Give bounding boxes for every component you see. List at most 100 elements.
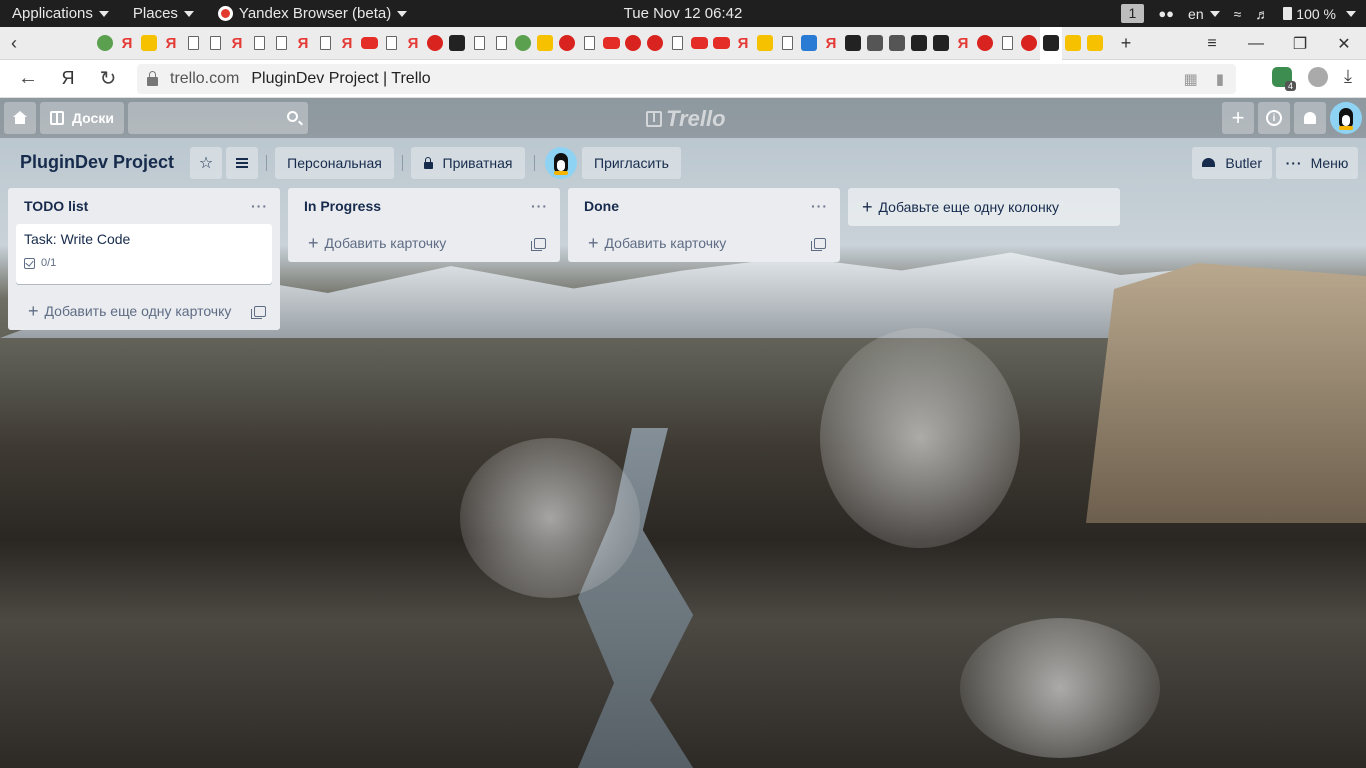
browser-tab[interactable]: Я	[732, 32, 754, 54]
browser-tab[interactable]	[798, 32, 820, 54]
browser-tab[interactable]	[446, 32, 468, 54]
browser-tab[interactable]	[534, 32, 556, 54]
board-views-button[interactable]	[226, 147, 258, 179]
browser-tab[interactable]	[358, 32, 380, 54]
add-list-button[interactable]: + Добавьте еще одну колонку	[848, 188, 1120, 226]
browser-tab[interactable]: Я	[116, 32, 138, 54]
new-tab-button[interactable]: +	[1112, 33, 1140, 54]
boards-button[interactable]: Доски	[40, 102, 124, 134]
download-icon[interactable]: ⤓	[1344, 66, 1352, 87]
browser-tab[interactable]	[996, 32, 1018, 54]
browser-tab[interactable]: Я	[336, 32, 358, 54]
invite-button[interactable]: Пригласить	[582, 147, 681, 179]
places-menu[interactable]: Places	[121, 0, 206, 27]
add-card-button[interactable]: + Добавить карточку	[568, 224, 840, 262]
tabs-menu-button[interactable]: ≡	[1190, 35, 1234, 53]
browser-tab[interactable]: Я	[226, 32, 248, 54]
list-title[interactable]: Done	[584, 198, 619, 214]
list-title[interactable]: TODO list	[24, 198, 88, 214]
card-template-icon[interactable]	[531, 237, 546, 251]
notifications-button[interactable]	[1294, 102, 1326, 134]
active-app-menu[interactable]: Yandex Browser (beta)	[206, 0, 419, 27]
browser-tab[interactable]	[556, 32, 578, 54]
visibility-button[interactable]: Приватная	[411, 147, 525, 179]
browser-tab[interactable]	[490, 32, 512, 54]
volume-icon[interactable]: ♬	[1255, 6, 1269, 22]
card[interactable]: Task: Write Code 0/1	[16, 224, 272, 284]
browser-tab[interactable]	[842, 32, 864, 54]
list-menu-icon[interactable]: ···	[251, 198, 268, 214]
adblock-extension-icon[interactable]: 4	[1272, 66, 1297, 91]
browser-tab[interactable]	[1062, 32, 1084, 54]
browser-tab[interactable]	[930, 32, 952, 54]
browser-tab[interactable]	[1084, 32, 1106, 54]
home-button[interactable]	[4, 102, 36, 134]
browser-tab[interactable]	[204, 32, 226, 54]
browser-tab[interactable]	[688, 32, 710, 54]
browser-tab[interactable]	[622, 32, 644, 54]
keyboard-layout[interactable]: en	[1188, 6, 1220, 22]
list-title[interactable]: In Progress	[304, 198, 381, 214]
browser-tab[interactable]	[0, 32, 1366, 768]
browser-tab[interactable]	[886, 32, 908, 54]
butler-button[interactable]: Butler	[1192, 147, 1272, 179]
browser-tab[interactable]	[182, 32, 204, 54]
user-avatar[interactable]	[1330, 102, 1362, 134]
search-input[interactable]	[128, 102, 308, 134]
yandex-home-button[interactable]: Я	[48, 68, 88, 89]
browser-tab[interactable]	[94, 32, 116, 54]
browser-tab[interactable]	[138, 32, 160, 54]
browser-tab[interactable]	[776, 32, 798, 54]
list-menu-icon[interactable]: ···	[531, 198, 548, 214]
board-title[interactable]: PluginDev Project	[20, 152, 174, 173]
close-button[interactable]: ✕	[1322, 34, 1366, 54]
browser-tab[interactable]	[600, 32, 622, 54]
trello-logo[interactable]: Trello	[646, 106, 726, 132]
card-template-icon[interactable]	[251, 305, 266, 319]
browser-tab[interactable]	[1018, 32, 1040, 54]
member-avatar[interactable]	[545, 147, 577, 179]
card-template-icon[interactable]	[811, 237, 826, 251]
star-button[interactable]: ☆	[190, 147, 222, 179]
browser-tab[interactable]	[754, 32, 776, 54]
menu-button[interactable]: ··· Меню	[1276, 147, 1358, 179]
browser-tab[interactable]: Я	[402, 32, 424, 54]
create-button[interactable]: +	[1222, 102, 1254, 134]
browser-tab[interactable]	[578, 32, 600, 54]
address-bar[interactable]: trello.com PluginDev Project | Trello ▦ …	[137, 64, 1236, 94]
reload-button[interactable]: ↻	[88, 66, 128, 91]
tab-scroll-left-button[interactable]: ‹	[0, 33, 28, 54]
applications-menu[interactable]: Applications	[0, 0, 121, 27]
add-card-button[interactable]: + Добавить карточку	[288, 224, 560, 262]
browser-tab[interactable]	[710, 32, 732, 54]
browser-tab[interactable]: Я	[292, 32, 314, 54]
browser-tab[interactable]	[0, 32, 1366, 768]
add-card-button[interactable]: + Добавить еще одну карточку	[8, 292, 280, 330]
browser-tab[interactable]	[0, 32, 1366, 768]
browser-tab[interactable]	[512, 32, 534, 54]
wifi-icon[interactable]: ≈	[1234, 6, 1242, 22]
browser-tab[interactable]	[424, 32, 446, 54]
browser-tab[interactable]	[380, 32, 402, 54]
info-button[interactable]: i	[1258, 102, 1290, 134]
bookmark-icon[interactable]: ▮	[1216, 70, 1224, 88]
workspace-indicator[interactable]: 1	[1120, 4, 1145, 23]
list-menu-icon[interactable]: ···	[811, 198, 828, 214]
browser-tab[interactable]	[644, 32, 666, 54]
people-icon[interactable]: ●●	[1158, 6, 1174, 21]
browser-tab[interactable]	[864, 32, 886, 54]
browser-tab[interactable]	[468, 32, 490, 54]
browser-tab[interactable]: Я	[160, 32, 182, 54]
restore-button[interactable]: ❐	[1278, 34, 1322, 54]
browser-tab[interactable]	[974, 32, 996, 54]
minimize-button[interactable]: —	[1234, 35, 1278, 53]
browser-tab[interactable]	[248, 32, 270, 54]
browser-tab[interactable]	[1040, 26, 1062, 60]
browser-tab[interactable]	[908, 32, 930, 54]
browser-tab[interactable]	[666, 32, 688, 54]
browser-tab[interactable]	[270, 32, 292, 54]
lock-icon[interactable]	[147, 70, 158, 86]
translate-icon[interactable]: ▦	[1184, 70, 1198, 88]
back-button[interactable]: ←	[8, 67, 48, 90]
battery-indicator[interactable]: 100 %	[1283, 6, 1356, 22]
